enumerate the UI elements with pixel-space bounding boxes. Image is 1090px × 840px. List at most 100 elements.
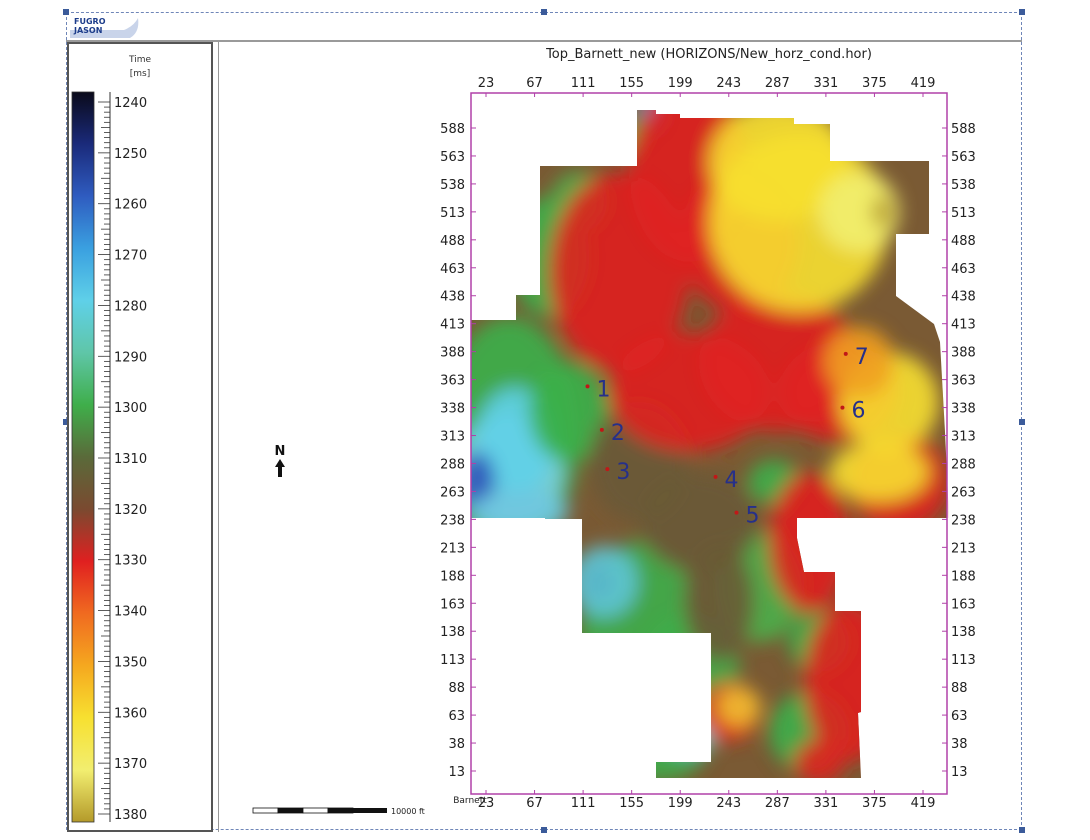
y-tick-label-right: 313 bbox=[951, 430, 976, 445]
colorbar-unit: [ms] bbox=[129, 69, 151, 79]
fugro-jason-logo: FUGRO JASON bbox=[68, 12, 140, 40]
x-tick-label-top: 199 bbox=[668, 76, 693, 91]
colorbar-tick-label: 1260 bbox=[114, 198, 147, 213]
y-tick-label-right: 513 bbox=[951, 206, 976, 221]
y-tick-label-left: 163 bbox=[440, 597, 465, 612]
y-tick-label-right: 463 bbox=[951, 262, 976, 277]
colorbar-tick-label: 1310 bbox=[114, 452, 147, 467]
colorbar-tick-label: 1320 bbox=[114, 503, 147, 518]
y-tick-label-left: 413 bbox=[440, 318, 465, 333]
horizon-map: Top_Barnett_new (HORIZONS/New_horz_cond.… bbox=[252, 47, 976, 816]
y-tick-label-left: 213 bbox=[440, 541, 465, 556]
y-tick-label-right: 138 bbox=[951, 625, 976, 640]
colorbar-tick-label: 1340 bbox=[114, 605, 147, 620]
y-tick-label-left: 563 bbox=[440, 150, 465, 165]
well-label: 1 bbox=[597, 377, 611, 402]
surface-blob bbox=[769, 472, 849, 612]
y-tick-label-right: 238 bbox=[951, 513, 976, 528]
y-tick-label-left: 388 bbox=[440, 346, 465, 361]
well-label: 7 bbox=[855, 345, 869, 370]
scale-bar: 10000 ft bbox=[252, 807, 425, 816]
colorbar-tick-label: 1240 bbox=[114, 96, 147, 111]
well-marker bbox=[734, 510, 739, 515]
colorbar-tick-label: 1250 bbox=[114, 147, 147, 162]
x-tick-label-bottom: 287 bbox=[765, 796, 790, 811]
colorbar: 1240 1250 1260 1270 1280 1290 1300 1310 1320 1330… bbox=[71, 91, 147, 823]
surface-blob bbox=[804, 602, 894, 762]
x-tick-label-top: 67 bbox=[526, 76, 543, 91]
y-tick-label-right: 163 bbox=[951, 597, 976, 612]
colorbar-tick-label: 1290 bbox=[114, 350, 147, 365]
logo-line2: JASON bbox=[73, 26, 102, 35]
y-tick-label-right: 63 bbox=[951, 709, 968, 724]
surface-blob bbox=[794, 740, 844, 778]
y-tick-label-right: 363 bbox=[951, 374, 976, 389]
y-tick-label-right: 188 bbox=[951, 569, 976, 584]
surface-blob bbox=[609, 702, 709, 778]
y-tick-label-right: 213 bbox=[951, 541, 976, 556]
scale-segment bbox=[327, 807, 354, 814]
well-marker bbox=[713, 474, 718, 479]
scale-label: 10000 ft bbox=[391, 807, 425, 816]
scale-segment bbox=[252, 807, 279, 814]
colorbar-tick-label: 1350 bbox=[114, 655, 147, 670]
x-tick-label-top: 155 bbox=[619, 76, 644, 91]
y-tick-label-right: 438 bbox=[951, 290, 976, 305]
colorbar-tick-label: 1280 bbox=[114, 299, 147, 314]
y-tick-label-left: 513 bbox=[440, 206, 465, 221]
y-tick-label-right: 588 bbox=[951, 122, 976, 137]
x-tick-label-top: 287 bbox=[765, 76, 790, 91]
map-title: Top_Barnett_new (HORIZONS/New_horz_cond.… bbox=[545, 47, 872, 62]
surface-blob bbox=[684, 542, 754, 662]
y-tick-label-left: 363 bbox=[440, 374, 465, 389]
x-tick-label-bottom: 111 bbox=[571, 796, 596, 811]
y-tick-label-left: 288 bbox=[440, 457, 465, 472]
y-tick-label-left: 38 bbox=[448, 737, 465, 752]
y-tick-label-right: 488 bbox=[951, 234, 976, 249]
well-marker bbox=[599, 427, 604, 432]
scale-segment bbox=[277, 807, 304, 814]
y-tick-label-right: 13 bbox=[951, 765, 968, 780]
x-tick-label-top: 23 bbox=[478, 76, 495, 91]
surface-blob bbox=[471, 490, 569, 534]
resize-handle-top[interactable] bbox=[541, 9, 547, 15]
y-tick-label-right: 538 bbox=[951, 178, 976, 193]
y-tick-label-left: 263 bbox=[440, 485, 465, 500]
colorbar-tick-label: 1370 bbox=[114, 757, 147, 772]
y-tick-label-right: 388 bbox=[951, 346, 976, 361]
scale-segment bbox=[353, 808, 387, 813]
north-arrow-icon bbox=[275, 459, 285, 477]
y-tick-label-right: 413 bbox=[951, 318, 976, 333]
y-tick-label-left: 588 bbox=[440, 122, 465, 137]
well-marker bbox=[585, 384, 590, 389]
y-tick-label-right: 563 bbox=[951, 150, 976, 165]
y-tick-label-left: 188 bbox=[440, 569, 465, 584]
north-label: N bbox=[275, 444, 286, 459]
well-label: 3 bbox=[616, 460, 630, 485]
well-marker bbox=[840, 405, 845, 410]
x-tick-label-top: 243 bbox=[716, 76, 741, 91]
y-tick-label-left: 538 bbox=[440, 178, 465, 193]
y-tick-label-right: 288 bbox=[951, 457, 976, 472]
y-tick-label-left: 338 bbox=[440, 402, 465, 417]
surface-blob bbox=[872, 196, 892, 228]
colorbar-tick-label: 1330 bbox=[114, 554, 147, 569]
y-tick-label-left: 138 bbox=[440, 625, 465, 640]
resize-handle-top-right[interactable] bbox=[1019, 9, 1025, 15]
y-tick-label-right: 113 bbox=[951, 653, 976, 668]
well-label: 6 bbox=[851, 399, 865, 424]
y-tick-label-left: 313 bbox=[440, 430, 465, 445]
surface-blob bbox=[829, 442, 929, 502]
surface-blob bbox=[717, 687, 761, 727]
logo-graphic: FUGRO JASON bbox=[70, 17, 139, 38]
x-tick-label-bottom: 199 bbox=[668, 796, 693, 811]
y-tick-label-left: 63 bbox=[448, 709, 465, 724]
colorbar-tick-label: 1380 bbox=[114, 808, 147, 823]
colorbar-tick-label: 1360 bbox=[114, 706, 147, 721]
y-tick-label-right: 88 bbox=[951, 681, 968, 696]
x-tick-label-bottom: 243 bbox=[716, 796, 741, 811]
x-tick-label-top: 331 bbox=[813, 76, 838, 91]
y-tick-label-left: 88 bbox=[448, 681, 465, 696]
well-label: 2 bbox=[611, 421, 625, 446]
x-tick-label-bottom: 155 bbox=[619, 796, 644, 811]
